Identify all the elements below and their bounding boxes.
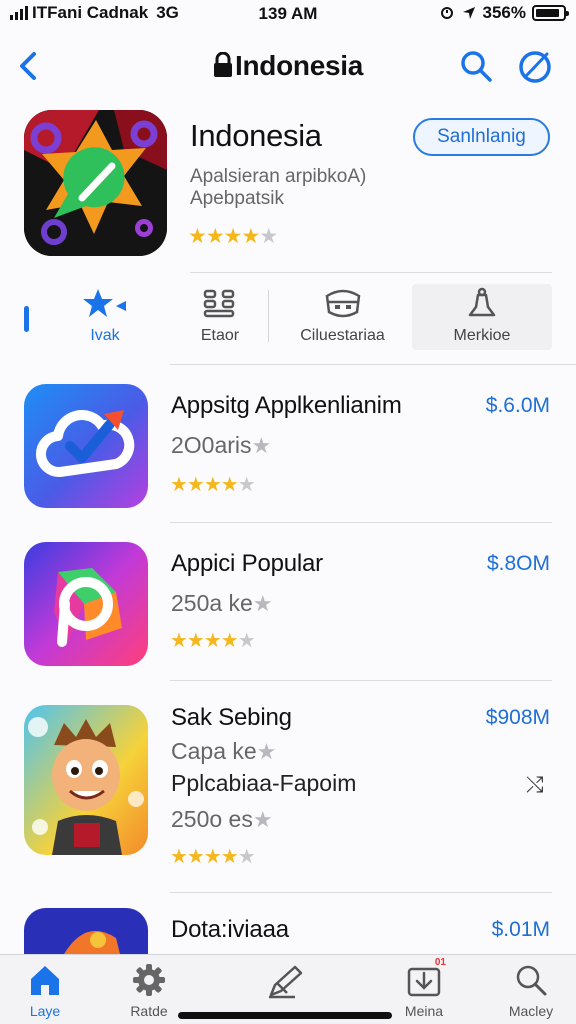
category-tab-etaor[interactable]: Etaor (175, 285, 265, 350)
rating-stars-filled: ★★★★ (170, 474, 239, 496)
app-rating: ★★★★★ (170, 628, 256, 653)
home-indicator (178, 1012, 392, 1019)
grid-icon (203, 289, 235, 318)
divider (190, 272, 552, 273)
app-price[interactable]: $.01M (492, 918, 550, 942)
notification-badge: 01 (434, 957, 446, 968)
category-divider (268, 290, 269, 342)
tab-label: Meina (404, 1003, 444, 1019)
p-logo-icon (24, 542, 148, 666)
featured-app-subtitle-line1: Apalsieran arpibkoA) (190, 166, 367, 187)
game-icon (24, 908, 148, 954)
app-name: Sak Sebing (171, 704, 292, 731)
star-icon: ★ (252, 591, 273, 616)
app-rating: ★★★★★ (170, 844, 256, 869)
rating-stars-filled: ★★★★ (170, 846, 239, 868)
location-arrow-icon (462, 7, 475, 19)
featured-app-subtitle-line2: Apebpatsik (190, 188, 285, 209)
alarm-icon (440, 7, 453, 19)
category-tab-ciluestariaa[interactable]: Ciluestariaa (285, 285, 400, 350)
divider (170, 680, 552, 681)
star-icon: ★ (252, 807, 273, 832)
featured-app-title: Indonesia (190, 118, 322, 153)
featured-app-rating: ★★★★★ (188, 224, 278, 249)
rating-stars-filled: ★★★★ (170, 630, 239, 652)
star-icon: ★ (256, 739, 277, 764)
category-tab-ivak[interactable]: Ivak (60, 285, 150, 350)
carrier-name: ITFani Cadnak (32, 3, 149, 22)
app-reviews: 250o es★ (171, 806, 273, 833)
app-name: Appsitg Applkenlianim (171, 392, 402, 419)
category-label: Ciluestariaa (300, 327, 385, 344)
divider (170, 892, 552, 893)
rating-stars-empty: ★ (237, 630, 256, 652)
bell-icon (468, 287, 496, 317)
chevron-left-icon[interactable] (14, 48, 44, 84)
status-bar: ITFani Cadnak 3G 139 AM 356% (0, 0, 576, 26)
divider (170, 364, 576, 365)
compass-icon[interactable] (516, 48, 554, 86)
gear-icon (133, 964, 165, 996)
app-secondary-name: Pplcabiaa-Fapoim (171, 770, 357, 796)
cloud-check-icon (24, 384, 148, 508)
network-type: 3G (156, 3, 179, 22)
app-reviews-count: 250a ke (171, 590, 253, 616)
app-price[interactable]: $.8OM (487, 552, 550, 576)
tab-label: Laye (29, 1003, 61, 1019)
tab-ratde[interactable]: Ratde (104, 963, 194, 1019)
app-price[interactable]: $908M (486, 706, 550, 730)
tab-pen[interactable] (240, 963, 330, 1005)
tab-meina[interactable]: 01 Meina (379, 957, 469, 1019)
category-label: Merkioe (453, 327, 511, 344)
app-name: Appici Popular (171, 550, 323, 577)
rating-stars-empty: ★ (237, 474, 256, 496)
star-icon: ★ (251, 433, 272, 458)
rating-stars-empty: ★ (259, 225, 278, 248)
app-name: Dota:iviaaa (171, 916, 289, 943)
lock-icon (214, 52, 232, 77)
tab-label: Macley (508, 1003, 554, 1019)
search-icon[interactable] (458, 48, 494, 84)
signal-icon (10, 6, 28, 20)
home-icon (31, 966, 59, 995)
puzzle-star-icon (83, 289, 126, 317)
app-reviews-count: 250o es (171, 806, 253, 832)
divider (170, 522, 552, 523)
battery-percent: 356% (482, 3, 526, 22)
category-label: Ivak (90, 327, 120, 344)
tab-label: Ratde (130, 1003, 168, 1019)
share-icon[interactable]: ⤭ (526, 772, 544, 798)
app-rating: ★★★★★ (170, 472, 256, 497)
search-icon (516, 965, 547, 996)
category-tab-merkioe[interactable]: Merkioe (412, 285, 552, 350)
tab-laye[interactable]: Laye (0, 963, 90, 1019)
mask-icon (325, 289, 360, 318)
navigation-bar: Indonesia (0, 38, 576, 94)
download-icon (407, 967, 441, 997)
app-reviews: 2O0aris★ (171, 432, 271, 459)
app-reviews: 250a ke★ (171, 590, 273, 617)
tab-macley[interactable]: Macley (486, 963, 576, 1019)
category-label: Etaor (200, 327, 240, 344)
category-indicator (24, 306, 29, 332)
app-reviews-count: 2O0aris (171, 432, 252, 458)
featured-app-icon[interactable] (24, 110, 167, 256)
rating-stars-empty: ★ (237, 846, 256, 868)
page-title-text: Indonesia (235, 50, 363, 81)
app-subtitle-text: Capa ke (171, 738, 257, 764)
rating-stars-filled: ★★★★ (188, 225, 260, 248)
cartoon-character-icon (24, 705, 148, 855)
get-button[interactable]: Sanlnlanig (413, 118, 550, 156)
app-subtitle: Capa ke★ (171, 738, 276, 765)
pen-icon (269, 965, 303, 999)
battery-icon (532, 5, 569, 21)
featured-app-subtitle: Apalsieran arpibkoA) Apebpatsik (190, 166, 410, 210)
app-price[interactable]: $.6.0M (486, 394, 550, 418)
